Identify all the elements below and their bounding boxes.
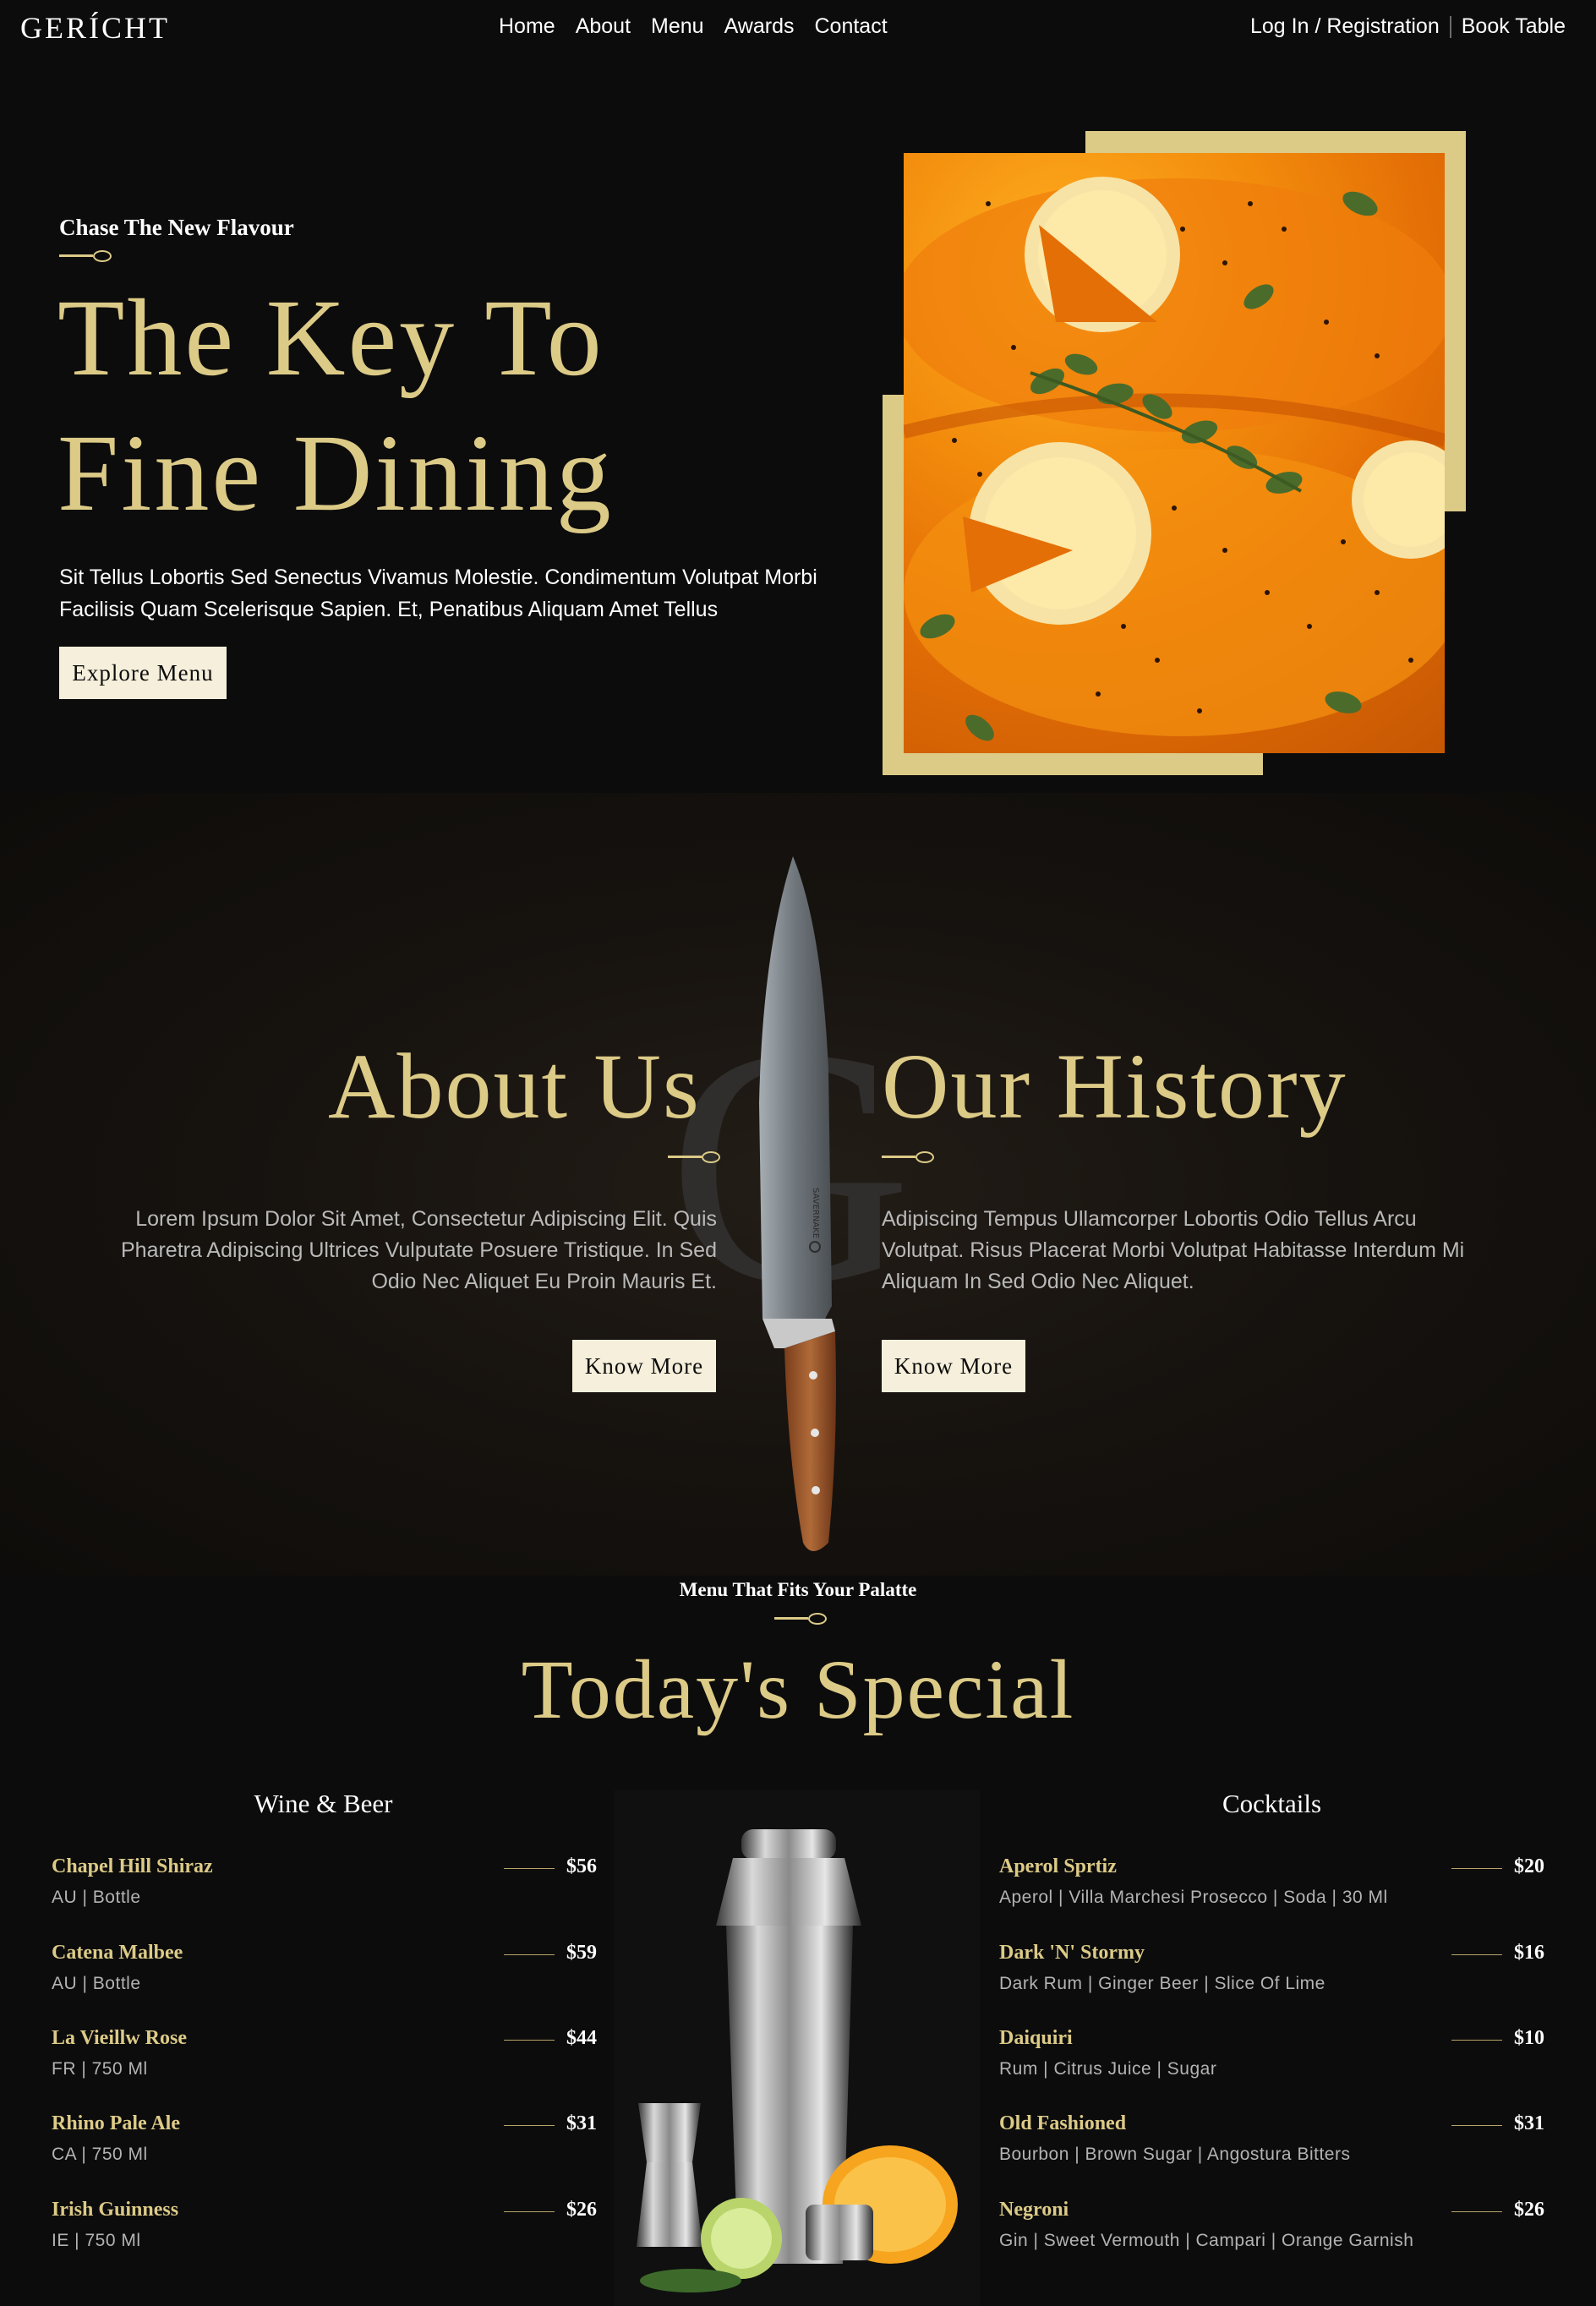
item-name: La Vieillw Rose — [52, 2027, 187, 2049]
nav-link-home[interactable]: Home — [499, 14, 555, 39]
login-link[interactable]: Log In / Registration — [1250, 14, 1440, 39]
item-price: $26 — [566, 2199, 597, 2221]
nav-divider — [1449, 15, 1451, 38]
about-text: Lorem Ipsum Dolor Sit Amet, Consectetur … — [120, 1207, 717, 1293]
spoon-icon — [59, 250, 112, 262]
knife-brand-text: SAVERNAKE — [811, 1188, 820, 1238]
item-name: Negroni — [999, 2199, 1069, 2221]
nav-link-awards[interactable]: Awards — [724, 14, 795, 39]
item-price: $20 — [1514, 1855, 1544, 1877]
hero-title-line1: The Key To — [57, 277, 604, 399]
history-title: Our History — [882, 1035, 1347, 1138]
explore-menu-button[interactable]: Explore Menu — [59, 647, 227, 699]
knife-image: SAVERNAKE — [759, 856, 836, 1551]
book-table-link[interactable]: Book Table — [1462, 14, 1566, 39]
item-name: Catena Malbee — [52, 1942, 183, 1964]
price-divider — [1451, 1868, 1502, 1869]
spoon-icon — [774, 1613, 827, 1625]
item-tags: Dark Rum | Ginger Beer | Slice Of Lime — [999, 1974, 1325, 1993]
item-name: Aperol Sprtiz — [999, 1855, 1117, 1877]
hero-subtitle: Chase The New Flavour — [59, 215, 294, 240]
item-tags: FR | 750 Ml — [52, 2059, 148, 2079]
nav-links: Home About Menu Awards Contact — [499, 14, 888, 39]
nav-link-contact[interactable]: Contact — [815, 14, 888, 39]
item-tags: Rum | Citrus Juice | Sugar — [999, 2059, 1217, 2079]
price-divider — [504, 2125, 555, 2126]
item-tags: Gin | Sweet Vermouth | Campari | Orange … — [999, 2231, 1414, 2250]
history-text: Adipiscing Tempus Ullamcorper Lobortis O… — [882, 1207, 1465, 1293]
hero-title: The Key To Fine Dining — [57, 270, 614, 541]
wine-item[interactable]: Rhino Pale Ale $31 CA | 750 Ml — [52, 2112, 597, 2180]
cocktail-item[interactable]: Old Fashioned $31 Bourbon | Brown Sugar … — [999, 2112, 1544, 2180]
wine-beer-heading: Wine & Beer — [254, 1789, 393, 1818]
nav-right: Log In / Registration Book Table — [1250, 14, 1566, 39]
hero-description: Sit Tellus Lobortis Sed Senectus Vivamus… — [59, 566, 817, 621]
item-tags: AU | Bottle — [52, 1974, 141, 1993]
item-tags: IE | 750 Ml — [52, 2231, 141, 2250]
wine-item[interactable]: Catena Malbee $59 AU | Bottle — [52, 1942, 597, 2009]
item-price: $10 — [1514, 2027, 1544, 2049]
nav-link-menu[interactable]: Menu — [651, 14, 704, 39]
special-subtitle: Menu That Fits Your Palatte — [679, 1579, 917, 1600]
cocktail-item[interactable]: Dark 'N' Stormy $16 Dark Rum | Ginger Be… — [999, 1942, 1544, 2009]
price-divider — [504, 1954, 555, 1955]
history-know-more-button[interactable]: Know More — [882, 1340, 1025, 1392]
wine-item[interactable]: La Vieillw Rose $44 FR | 750 Ml — [52, 2027, 597, 2095]
special-title: Today's Special — [521, 1642, 1075, 1736]
item-price: $31 — [1514, 2112, 1544, 2134]
price-divider — [504, 2040, 555, 2041]
wine-item[interactable]: Chapel Hill Shiraz $56 AU | Bottle — [52, 1855, 597, 1923]
nav-link-about[interactable]: About — [576, 14, 631, 39]
logo[interactable]: GERÍCHT — [20, 10, 170, 46]
cocktail-item[interactable]: Aperol Sprtiz $20 Aperol | Villa Marches… — [999, 1855, 1544, 1923]
price-divider — [504, 1868, 555, 1869]
item-name: Irish Guinness — [52, 2199, 179, 2221]
salmon-dish-image — [904, 153, 1445, 753]
price-divider — [1451, 2125, 1502, 2126]
shaker-illustration — [637, 1829, 958, 2292]
item-name: Chapel Hill Shiraz — [52, 1855, 213, 1877]
item-price: $44 — [566, 2027, 597, 2049]
cocktail-shaker-image — [615, 1790, 980, 2306]
cocktail-item[interactable]: Daiquiri $10 Rum | Citrus Juice | Sugar — [999, 2027, 1544, 2095]
item-name: Rhino Pale Ale — [52, 2112, 181, 2134]
spoon-icon — [882, 1151, 934, 1163]
item-tags: Bourbon | Brown Sugar | Angostura Bitter… — [999, 2145, 1351, 2164]
price-divider — [504, 2211, 555, 2212]
wine-item[interactable]: Irish Guinness $26 IE | 750 Ml — [52, 2199, 597, 2266]
price-divider — [1451, 2211, 1502, 2212]
item-name: Old Fashioned — [999, 2112, 1127, 2134]
item-price: $31 — [566, 2112, 597, 2134]
about-title: About Us — [328, 1035, 701, 1138]
item-price: $16 — [1514, 1942, 1544, 1964]
price-divider — [1451, 2040, 1502, 2041]
item-price: $59 — [566, 1942, 597, 1964]
salmon-illustration — [904, 177, 1445, 741]
price-divider — [1451, 1954, 1502, 1955]
item-price: $26 — [1514, 2199, 1544, 2221]
item-tags: AU | Bottle — [52, 1888, 141, 1907]
item-name: Dark 'N' Stormy — [999, 1942, 1145, 1964]
navbar: GERÍCHT Home About Menu Awards Contact L… — [0, 0, 1596, 56]
item-tags: Aperol | Villa Marchesi Prosecco | Soda … — [999, 1888, 1388, 1907]
spoon-icon — [668, 1151, 720, 1163]
item-name: Daiquiri — [999, 2027, 1073, 2049]
hero-title-line2: Fine Dining — [57, 413, 614, 534]
about-know-more-button[interactable]: Know More — [572, 1340, 716, 1392]
item-tags: CA | 750 Ml — [52, 2145, 148, 2164]
cocktails-heading: Cocktails — [1222, 1789, 1322, 1818]
item-price: $56 — [566, 1855, 597, 1877]
cocktail-item[interactable]: Negroni $26 Gin | Sweet Vermouth | Campa… — [999, 2199, 1544, 2266]
